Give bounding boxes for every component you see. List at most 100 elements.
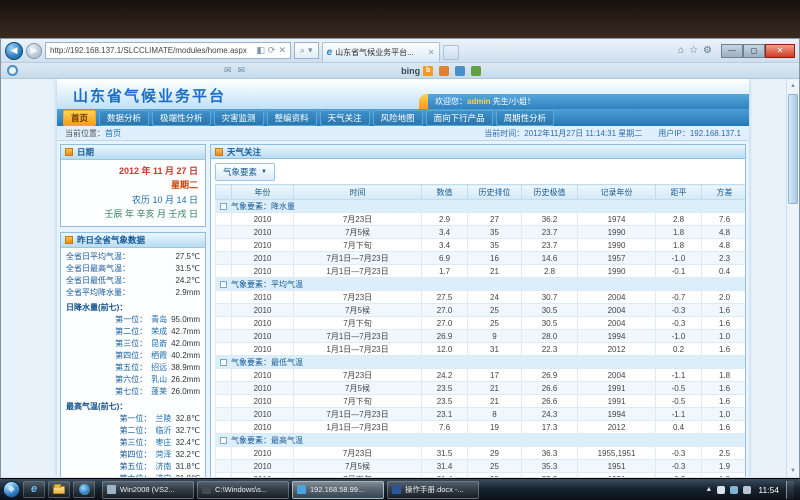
bing-logo[interactable]: bing b [401, 66, 433, 76]
home-icon[interactable]: ⌂ [678, 45, 684, 56]
table-row[interactable]: 20107月23日24.21726.92004-1.11.8 [216, 369, 747, 382]
station-name[interactable]: 临沂 [155, 425, 171, 437]
browser-tab[interactable]: e 山东省气候业务平台... ✕ [322, 42, 440, 62]
clock[interactable]: 11:54 [756, 485, 781, 495]
table-row[interactable]: 20107月5候27.02530.52004-0.31.6 [216, 304, 747, 317]
back-button[interactable]: ◀ [5, 42, 23, 60]
compatibility-icon[interactable]: ◧ [256, 46, 265, 55]
browser-badge-icon[interactable] [7, 65, 18, 76]
table-row[interactable]: 20101月1日—7月23日1.7212.81990-0.10.4 [216, 265, 747, 278]
quicklaunch-ie-icon[interactable]: e [23, 481, 45, 498]
table-row[interactable]: 20107月1日—7月23日23.1824.31994-1.11.0 [216, 408, 747, 421]
nav-item-9[interactable]: 周期性分析 [496, 110, 555, 126]
scroll-thumb[interactable] [788, 94, 798, 204]
nav-item-6[interactable]: 天气关注 [320, 110, 370, 126]
refresh-icon[interactable]: ⟳ [268, 46, 276, 55]
table-row[interactable]: 20107月下旬31.42535.31951-0.31.9 [216, 473, 747, 478]
app-icon-1[interactable] [439, 66, 449, 76]
nav-item-4[interactable]: 灾害监测 [214, 110, 264, 126]
taskbar-window-4[interactable]: 操作手册.docx -... [387, 481, 479, 499]
station-name[interactable]: 菏泽 [155, 449, 171, 461]
taskbar-window-2[interactable]: C:\Windows\s... [197, 481, 289, 499]
station-name[interactable]: 蓬莱 [151, 386, 167, 398]
station-name[interactable]: 昆嵛 [151, 338, 167, 350]
stop-icon[interactable]: ✕ [278, 46, 286, 55]
table-cell: 30.5 [522, 317, 578, 330]
scroll-down-icon[interactable]: ▼ [787, 464, 799, 477]
close-button[interactable]: ✕ [765, 44, 795, 58]
volume-icon[interactable] [743, 486, 751, 494]
table-row[interactable]: 20107月下旬23.52126.61991-0.51.6 [216, 395, 747, 408]
table-row[interactable]: 20101月1日—7月23日7.61917.320120.41.6 [216, 421, 747, 434]
status-info: 当前时间：2012年11月27日 11:14:31 星期二 用户IP：192.1… [484, 128, 741, 139]
tools-gear-icon[interactable]: ⚙ [703, 45, 712, 56]
tab-close-icon[interactable]: ✕ [428, 48, 435, 57]
table-row[interactable]: 20107月5候23.52126.61991-0.51.6 [216, 382, 747, 395]
table-row[interactable]: 20107月23日31.52936.31955,1951-0.32.5 [216, 447, 747, 460]
table-cell: 21 [468, 395, 522, 408]
table-section-row[interactable]: 气象要素：最高气温 [216, 434, 747, 447]
station-name[interactable]: 枣庄 [155, 437, 171, 449]
nav-item-5[interactable]: 整编资料 [267, 110, 317, 126]
table-row[interactable]: 20107月5候31.42535.31951-0.31.9 [216, 460, 747, 473]
mail-send-icon[interactable]: ✉ [238, 65, 246, 76]
row-lead-cell [216, 317, 232, 330]
taskbar-window-3[interactable]: 192.168.58.99... [292, 481, 384, 499]
table-cell: 7月1日—7月23日 [294, 330, 422, 343]
table-cell: 2.5 [702, 447, 747, 460]
table-cell: 31.4 [422, 460, 468, 473]
table-section-row[interactable]: 气象要素：平均气温 [216, 278, 747, 291]
quicklaunch-explorer-icon[interactable] [48, 481, 70, 498]
address-bar[interactable]: http://192.168.137.1/SLCCLIMATE/modules/… [45, 42, 291, 59]
station-name[interactable]: 招远 [151, 362, 167, 374]
station-name[interactable]: 荣成 [151, 326, 167, 338]
scroll-up-icon[interactable]: ▲ [787, 79, 799, 92]
quicklaunch-media-icon[interactable] [73, 481, 95, 498]
search-button[interactable]: ⌕ ▾ [294, 42, 319, 59]
tray-expand-icon[interactable]: ▲ [705, 486, 712, 493]
station-name[interactable]: 栖霞 [151, 350, 167, 362]
forward-button[interactable]: ▶ [26, 43, 42, 59]
action-center-icon[interactable] [717, 486, 725, 494]
table-section-row[interactable]: 气象要素：降水量 [216, 200, 747, 213]
nav-item-8[interactable]: 面向下行产品 [426, 110, 493, 126]
table-row[interactable]: 20107月下旬3.43523.719901.84.8 [216, 239, 747, 252]
favorites-star-icon[interactable]: ☆ [689, 45, 698, 56]
vertical-scrollbar[interactable]: ▲ ▼ [786, 79, 799, 477]
nav-item-7[interactable]: 风险地图 [373, 110, 423, 126]
nav-item-3[interactable]: 极端性分析 [152, 110, 211, 126]
table-row[interactable]: 20107月5候3.43523.719901.84.8 [216, 226, 747, 239]
expand-icon[interactable] [220, 281, 227, 288]
expand-icon[interactable] [220, 359, 227, 366]
taskbar-window-1[interactable]: Win2008 (VS2... [102, 481, 194, 499]
page-title: 山东省气候业务平台 [73, 85, 226, 106]
station-name[interactable]: 兰陵 [155, 413, 171, 425]
minimize-button[interactable]: — [721, 44, 743, 58]
station-name[interactable]: 青岛 [151, 314, 167, 326]
app-icon-2[interactable] [455, 66, 465, 76]
breadcrumb-page-link[interactable]: 首页 [105, 129, 121, 138]
new-tab-button[interactable] [443, 45, 459, 60]
table-section-row[interactable]: 气象要素：最低气温 [216, 356, 747, 369]
station-name[interactable]: 济南 [155, 461, 171, 473]
network-icon[interactable] [730, 486, 738, 494]
table-row[interactable]: 20107月下旬27.02530.52004-0.31.6 [216, 317, 747, 330]
expand-icon[interactable] [220, 437, 227, 444]
element-filter-button[interactable]: 气象要素 ▼ [215, 163, 275, 181]
app-icon-3[interactable] [471, 66, 481, 76]
start-button[interactable]: ❖ [3, 481, 20, 498]
station-name[interactable]: 济宁 [155, 473, 171, 477]
table-row[interactable]: 20101月1日—7月23日12.03122.320120.21.6 [216, 343, 747, 356]
maximize-button[interactable]: ◻ [743, 44, 765, 58]
mail-icon[interactable]: ✉ [224, 65, 232, 76]
nav-item-2[interactable]: 数据分析 [99, 110, 149, 126]
table-row[interactable]: 20107月1日—7月23日6.91614.61957-1.02.3 [216, 252, 747, 265]
station-name[interactable]: 乳山 [151, 374, 167, 386]
table-row[interactable]: 20107月23日27.52430.72004-0.72.0 [216, 291, 747, 304]
table-row[interactable]: 20107月1日—7月23日26.9928.01994-1.01.0 [216, 330, 747, 343]
expand-icon[interactable] [220, 203, 227, 210]
table-cell: 4.8 [702, 239, 747, 252]
table-row[interactable]: 20107月23日2.92736.219742.87.6 [216, 213, 747, 226]
show-desktop-button[interactable] [786, 481, 794, 499]
nav-item-1[interactable]: 首页 [63, 110, 96, 126]
